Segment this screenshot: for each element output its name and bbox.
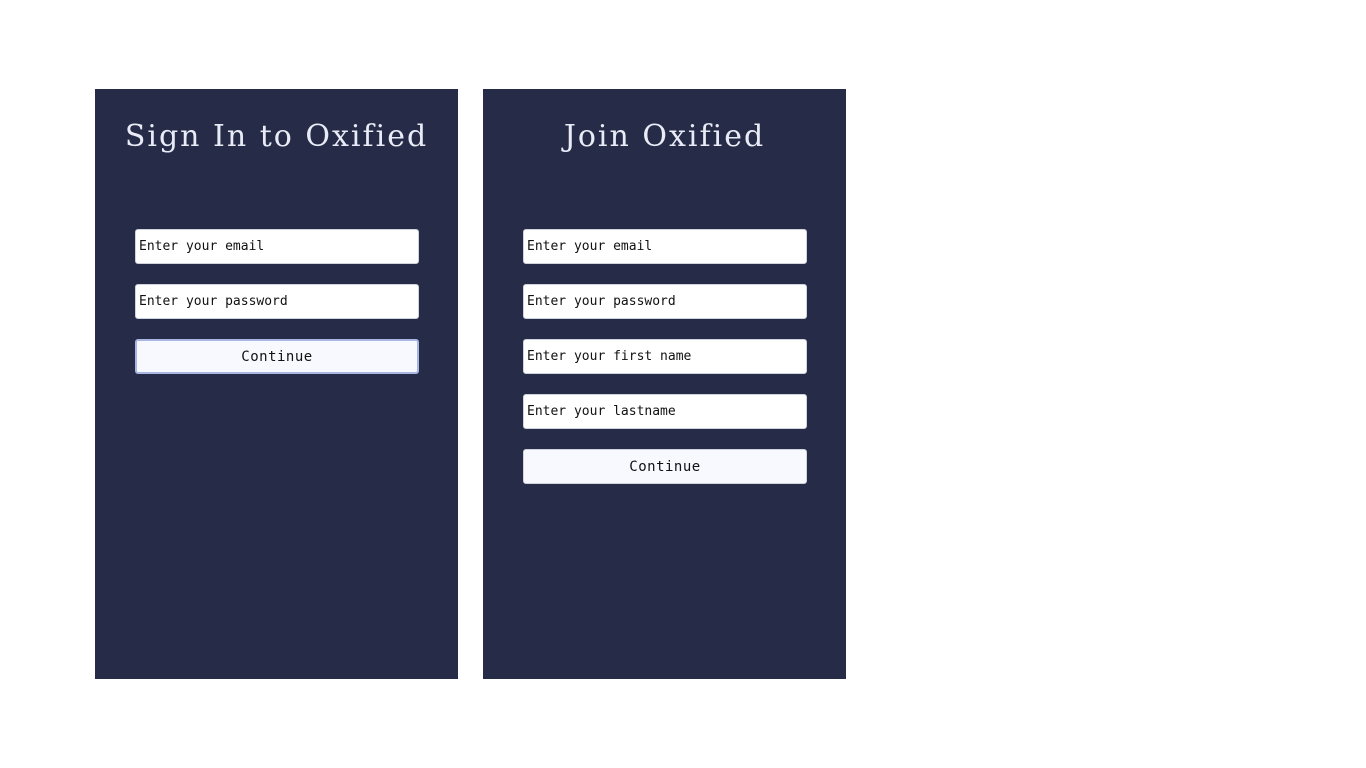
join-continue-button[interactable]: Continue [523, 449, 807, 484]
sign-in-email-input[interactable] [135, 229, 419, 264]
sign-in-title: Sign In to Oxified [124, 119, 429, 154]
sign-in-continue-button[interactable]: Continue [135, 339, 419, 374]
sign-in-form: Continue [135, 229, 419, 374]
join-panel: Join Oxified Continue [483, 89, 846, 679]
join-last-name-input[interactable] [523, 394, 807, 429]
join-form: Continue [523, 229, 807, 484]
join-password-input[interactable] [523, 284, 807, 319]
join-first-name-input[interactable] [523, 339, 807, 374]
page: Sign In to Oxified Continue Join Oxified… [0, 0, 1366, 768]
join-title: Join Oxified [563, 119, 766, 154]
sign-in-panel: Sign In to Oxified Continue [95, 89, 458, 679]
join-email-input[interactable] [523, 229, 807, 264]
sign-in-password-input[interactable] [135, 284, 419, 319]
